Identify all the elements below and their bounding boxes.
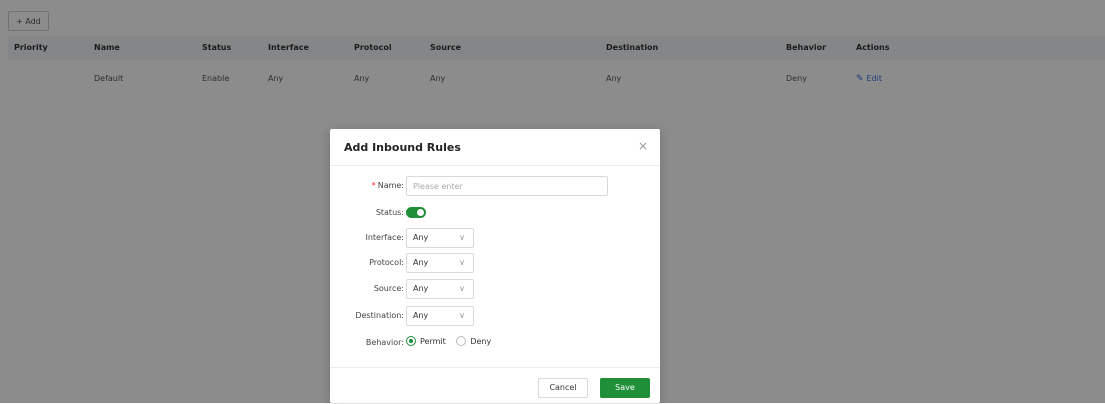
save-button[interactable]: Save [600,378,650,398]
protocol-select[interactable]: Any ∨ [406,253,474,273]
source-select-value: Any [413,284,429,293]
radio-permit[interactable]: Permit [406,336,454,346]
toggle-knob [417,209,424,216]
protocol-label: Protocol: [369,258,404,267]
destination-label: Destination: [355,311,404,320]
required-mark: * [371,181,376,190]
dialog-title: Add Inbound Rules [344,141,461,154]
radio-permit-circle [406,336,416,346]
behavior-radio-group: Permit Deny [406,336,736,346]
chevron-down-icon: ∨ [459,233,465,242]
behavior-label: Behavior: [365,338,404,347]
form-row-name: * Name: [330,176,660,198]
dialog-footer: Cancel Save [330,367,660,404]
form-row-destination: Destination: Any ∨ [330,306,660,328]
destination-select[interactable]: Any ∨ [406,306,474,326]
name-input[interactable] [406,176,608,196]
add-inbound-rules-dialog: Add Inbound Rules × *Name: Status: Inter… [330,129,660,403]
interface-label: Interface: [365,233,404,242]
form-row-source: Source: Any ∨ [330,279,660,301]
status-toggle[interactable] [406,207,426,218]
name-label: * Name: [371,181,404,190]
radio-deny[interactable]: Deny [456,336,499,346]
chevron-down-icon: ∨ [459,311,465,320]
chevron-down-icon: ∨ [459,258,465,267]
status-label: Status: [375,208,404,217]
radio-deny-circle [456,336,467,346]
chevron-down-icon: ∨ [459,284,465,293]
radio-permit-label: Permit [420,336,446,346]
source-label: Source: [373,284,404,293]
cancel-button[interactable]: Cancel [538,378,588,398]
destination-select-value: Any [413,311,429,320]
close-icon[interactable]: × [638,139,648,153]
source-select[interactable]: Any ∨ [406,279,474,299]
radio-deny-label: Deny [470,336,492,346]
form-row-behavior: Behavior: Permit Deny [330,333,660,355]
form-row-interface: Interface: Any ∨ [330,228,660,250]
protocol-select-value: Any [413,258,429,267]
interface-select-value: Any [413,233,429,242]
form-row-status: Status: [330,203,660,225]
dialog-header: Add Inbound Rules × [330,129,660,166]
form-row-protocol: Protocol: Any ∨ [330,253,660,275]
interface-select[interactable]: Any ∨ [406,228,474,248]
